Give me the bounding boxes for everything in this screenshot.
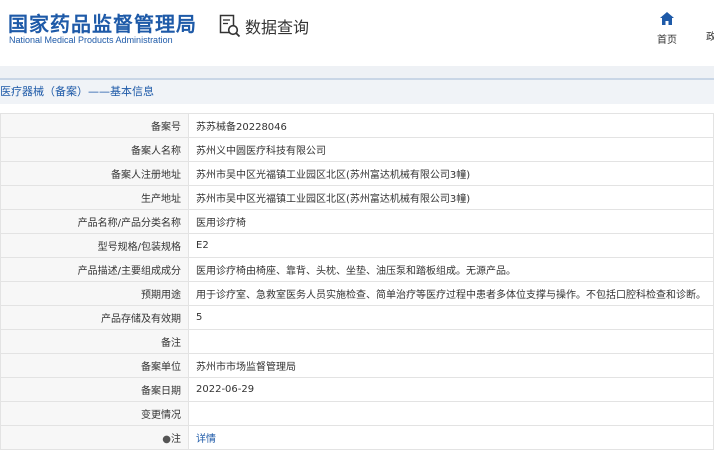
data-query-heading: 数据查询	[219, 14, 309, 38]
row-value	[188, 329, 714, 354]
table-row: 产品描述/主要组成成分 医用诊疗椅由椅座、靠背、头枕、坐垫、油压泵和踏板组成。无…	[0, 257, 714, 282]
header-divider	[0, 66, 714, 78]
row-label: 备案号	[0, 113, 189, 138]
nav-home-label: 首页	[657, 35, 677, 46]
table-row: ●注 详情	[0, 425, 714, 450]
nav-home-link[interactable]: 首页	[652, 10, 682, 46]
table-row: 型号规格/包装规格 E2	[0, 233, 714, 258]
row-label-note: ●注	[0, 425, 189, 450]
row-value: 苏州市吴中区光福镇工业园区北区(苏州富达机械有限公司3幢)	[188, 185, 714, 210]
row-value: E2	[188, 233, 714, 258]
table-row: 变更情况	[0, 401, 714, 426]
row-value: 用于诊疗室、急救室医务人员实施检查、简单治疗等医疗过程中患者多体位支撑与操作。不…	[188, 281, 714, 306]
data-query-title: 数据查询	[245, 18, 310, 37]
row-label: 备案人注册地址	[0, 161, 189, 186]
row-value: 详情	[188, 425, 714, 450]
table-row: 预期用途 用于诊疗室、急救室医务人员实施检查、简单治疗等医疗过程中患者多体位支撑…	[0, 281, 714, 306]
row-value: 5	[188, 305, 714, 330]
row-value: 苏州市市场监督管理局	[188, 353, 714, 378]
table-row: 备案单位 苏州市市场监督管理局	[0, 353, 714, 378]
row-value: 医用诊疗椅由椅座、靠背、头枕、坐垫、油压泵和踏板组成。无源产品。	[188, 257, 714, 282]
table-row: 备注	[0, 329, 714, 354]
site-header: 国家药品监督管理局 National Medical Products Admi…	[0, 0, 714, 66]
detail-table: 备案号 苏苏械备20228046 备案人名称 苏州义中圆医疗科技有限公司 备案人…	[0, 113, 714, 450]
table-row: 备案人名称 苏州义中圆医疗科技有限公司	[0, 137, 714, 162]
table-row: 备案日期 2022-06-29	[0, 377, 714, 402]
table-row: 备案号 苏苏械备20228046	[0, 113, 714, 138]
row-label: 产品名称/产品分类名称	[0, 209, 189, 234]
row-label: 变更情况	[0, 401, 189, 426]
row-label-text: 注	[171, 434, 181, 445]
row-label: 产品存储及有效期	[0, 305, 189, 330]
row-label: 生产地址	[0, 185, 189, 210]
row-value: 苏州市吴中区光福镇工业园区北区(苏州富达机械有限公司3幢)	[188, 161, 714, 186]
breadcrumb: 医疗器械（备案）——基本信息	[0, 78, 714, 104]
row-label: 备案单位	[0, 353, 189, 378]
row-label: 备案日期	[0, 377, 189, 402]
table-row: 产品存储及有效期 5	[0, 305, 714, 330]
table-row: 备案人注册地址 苏州市吴中区光福镇工业园区北区(苏州富达机械有限公司3幢)	[0, 161, 714, 186]
row-value	[188, 401, 714, 426]
detail-link[interactable]: 详情	[196, 434, 216, 445]
nav-item-partial[interactable]: 政	[706, 28, 714, 43]
row-label: 型号规格/包装规格	[0, 233, 189, 258]
row-label: 预期用途	[0, 281, 189, 306]
row-value: 2022-06-29	[188, 377, 714, 402]
row-label: 备案人名称	[0, 137, 189, 162]
home-icon	[660, 12, 674, 25]
row-value: 医用诊疗椅	[188, 209, 714, 234]
row-label: 备注	[0, 329, 189, 354]
row-label: 产品描述/主要组成成分	[0, 257, 189, 282]
table-row: 生产地址 苏州市吴中区光福镇工业园区北区(苏州富达机械有限公司3幢)	[0, 185, 714, 210]
document-search-icon	[219, 14, 241, 38]
site-logo-subtitle: National Medical Products Administration	[9, 35, 173, 45]
table-row: 产品名称/产品分类名称 医用诊疗椅	[0, 209, 714, 234]
row-value: 苏州义中圆医疗科技有限公司	[188, 137, 714, 162]
bulb-icon: ●	[162, 434, 171, 445]
row-value: 苏苏械备20228046	[188, 113, 714, 138]
site-logo-title[interactable]: 国家药品监督管理局	[8, 8, 197, 37]
